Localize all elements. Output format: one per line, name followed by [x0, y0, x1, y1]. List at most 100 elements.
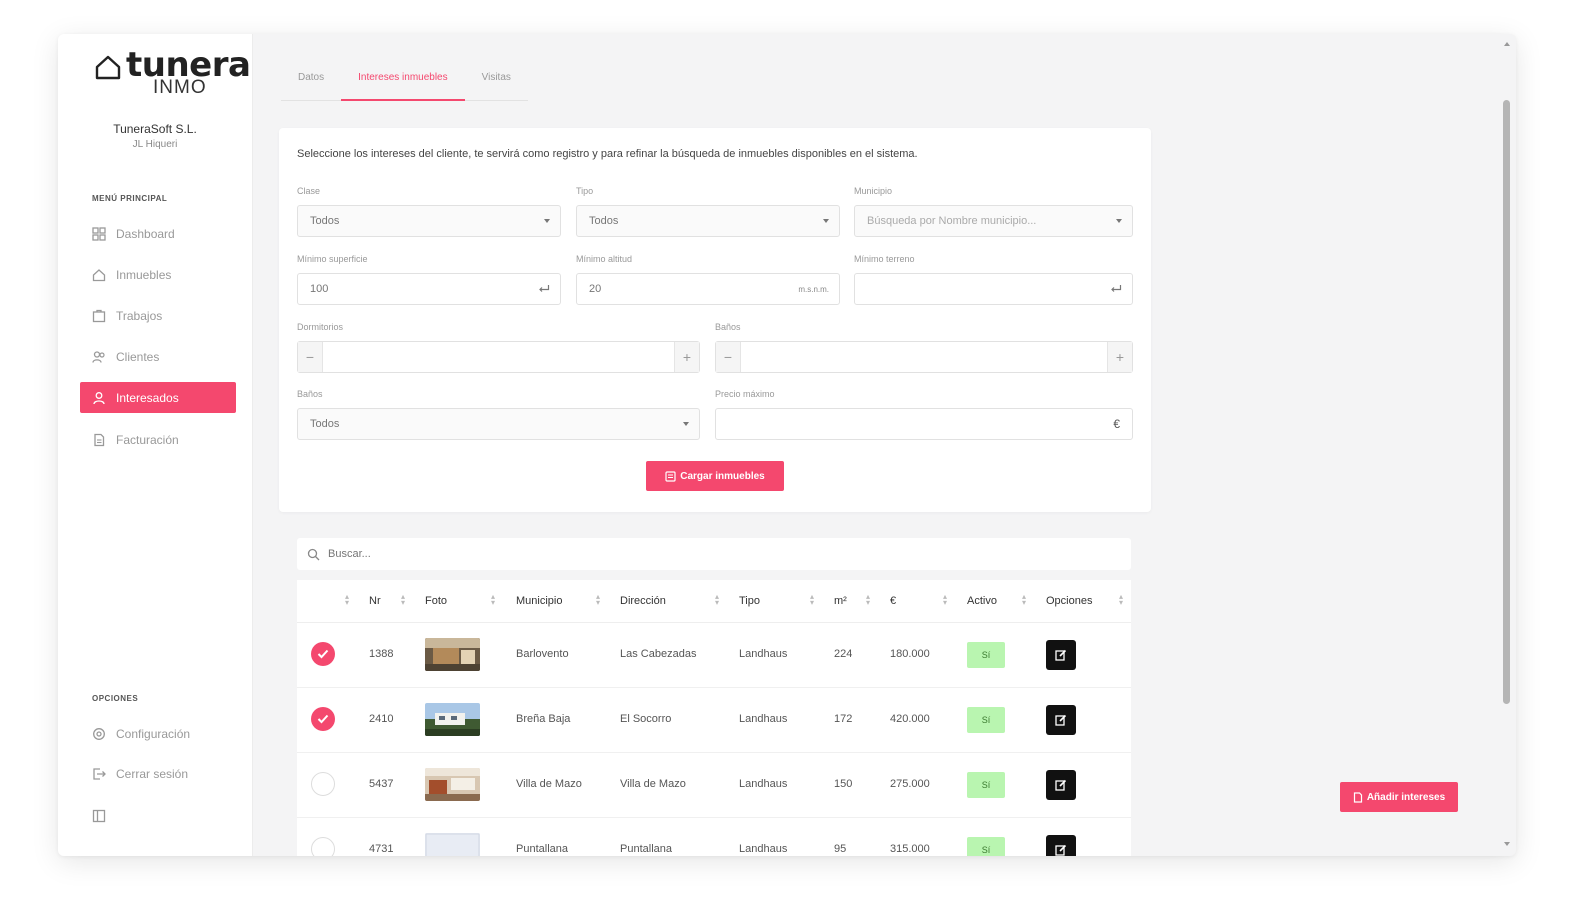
- precio-maximo-input[interactable]: €: [715, 408, 1133, 440]
- sidebar-item-dashboard[interactable]: Dashboard: [80, 218, 236, 249]
- row-checkbox[interactable]: [311, 772, 335, 796]
- header-precio[interactable]: €: [890, 595, 896, 607]
- search-input[interactable]: [326, 547, 1110, 561]
- municipio-select[interactable]: Búsqueda por Nombre municipio...: [854, 205, 1133, 237]
- cell-tipo: Landhaus: [739, 713, 788, 725]
- tabs: Datos Intereses inmuebles Visitas: [281, 64, 528, 101]
- house-logo-icon: [95, 55, 121, 80]
- sidebar-item-clientes[interactable]: Clientes: [80, 341, 236, 372]
- header-nr[interactable]: Nr: [369, 595, 381, 607]
- edit-button[interactable]: [1046, 705, 1076, 735]
- min-superficie-input[interactable]: 100: [297, 273, 561, 305]
- edit-button[interactable]: [1046, 835, 1076, 856]
- banos-stepper: − +: [715, 341, 1133, 373]
- invoice-icon: [91, 432, 107, 448]
- banos-select[interactable]: Todos: [297, 408, 700, 440]
- banos-plus-button[interactable]: +: [1107, 342, 1132, 372]
- dormitorios-minus-button[interactable]: −: [298, 342, 323, 372]
- sort-icon[interactable]: ▴ ▾: [1022, 593, 1026, 607]
- trabajos-icon: [91, 308, 107, 324]
- status-badge: Sí: [967, 642, 1005, 668]
- enter-icon: [538, 284, 550, 294]
- dormitorios-label: Dormitorios: [297, 322, 344, 332]
- chevron-down-icon: [823, 219, 829, 223]
- status-badge: Sí: [967, 837, 1005, 856]
- scroll-up-arrow[interactable]: [1504, 42, 1510, 46]
- cell-municipio: Puntallana: [516, 843, 568, 855]
- cargar-inmuebles-button[interactable]: Cargar inmuebles: [646, 461, 784, 491]
- row-checkbox[interactable]: [311, 642, 335, 666]
- sidebar-item-interesados[interactable]: Interesados: [80, 382, 236, 413]
- header-tipo[interactable]: Tipo: [739, 595, 760, 607]
- sidebar-item-label: Inmuebles: [116, 267, 172, 282]
- user-icon: [91, 390, 107, 406]
- property-photo: [425, 768, 480, 801]
- cell-tipo: Landhaus: [739, 778, 788, 790]
- cell-nr: 2410: [369, 713, 394, 725]
- property-photo: [425, 833, 480, 856]
- logout-icon: [91, 766, 107, 782]
- home-icon: [91, 267, 107, 283]
- sidebar-item-facturacion[interactable]: Facturación: [80, 424, 236, 455]
- clase-select[interactable]: Todos: [297, 205, 561, 237]
- scroll-down-arrow[interactable]: [1504, 842, 1510, 846]
- cell-precio: 315.000: [890, 843, 930, 855]
- edit-button[interactable]: [1046, 640, 1076, 670]
- sidebar-item-configuracion[interactable]: Configuración: [80, 718, 236, 749]
- min-terreno-input[interactable]: [854, 273, 1133, 305]
- sidebar-item-label: Interesados: [116, 390, 179, 405]
- tab-intereses-inmuebles[interactable]: Intereses inmuebles: [341, 64, 465, 101]
- anadir-intereses-label: Añadir intereses: [1366, 791, 1446, 803]
- municipio-placeholder: Búsqueda por Nombre municipio...: [867, 215, 1037, 227]
- header-municipio[interactable]: Municipio: [516, 595, 562, 607]
- edit-icon: [1055, 714, 1067, 726]
- property-photo: [425, 703, 480, 736]
- sort-icon[interactable]: ▴ ▾: [401, 593, 405, 607]
- table-row: 1388 Barlovento Las Cabezadas Landhaus 2…: [297, 622, 1131, 688]
- cell-direccion: Las Cabezadas: [620, 648, 697, 660]
- min-altitud-input[interactable]: 20 m.s.n.m.: [576, 273, 840, 305]
- header-m2[interactable]: m²: [834, 595, 847, 607]
- sort-icon[interactable]: ▴ ▾: [715, 593, 719, 607]
- banos-label: Baños: [715, 322, 741, 332]
- sidebar-item-cerrar-sesion[interactable]: Cerrar sesión: [80, 758, 236, 789]
- sort-icon[interactable]: ▴ ▾: [943, 593, 947, 607]
- cell-municipio: Breña Baja: [516, 713, 571, 725]
- sidebar-item-label: Cerrar sesión: [116, 766, 189, 781]
- sort-icon[interactable]: ▴ ▾: [491, 593, 495, 607]
- min-superficie-label: Mínimo superficie: [297, 254, 368, 264]
- company-name: TuneraSoft S.L.: [113, 122, 197, 136]
- edit-icon: [1055, 779, 1067, 791]
- cell-nr: 5437: [369, 778, 394, 790]
- status-badge: Sí: [967, 707, 1005, 733]
- sort-icon[interactable]: ▴ ▾: [810, 593, 814, 607]
- municipio-label: Municipio: [854, 186, 893, 196]
- edit-button[interactable]: [1046, 770, 1076, 800]
- precio-maximo-label: Precio máximo: [715, 389, 775, 399]
- anadir-intereses-button[interactable]: Añadir intereses: [1340, 782, 1458, 812]
- banos-minus-button[interactable]: −: [716, 342, 741, 372]
- sort-icon[interactable]: ▴ ▾: [866, 593, 870, 607]
- sidebar-item-trabajos[interactable]: Trabajos: [80, 300, 236, 331]
- tab-visitas[interactable]: Visitas: [465, 64, 528, 100]
- company-user: JL Hiqueri: [132, 139, 178, 150]
- tipo-select[interactable]: Todos: [576, 205, 840, 237]
- header-foto: Foto: [425, 595, 448, 607]
- header-activo[interactable]: Activo: [967, 595, 997, 607]
- sidebar-item-inmuebles[interactable]: Inmuebles: [80, 259, 236, 290]
- table-row: 2410 Breña Baja El Socorro Landhaus 172 …: [297, 687, 1131, 753]
- search-bar: [297, 538, 1131, 570]
- tab-datos[interactable]: Datos: [281, 64, 341, 100]
- cell-tipo: Landhaus: [739, 648, 788, 660]
- dormitorios-plus-button[interactable]: +: [674, 342, 699, 372]
- sort-icon[interactable]: ▴ ▾: [345, 593, 349, 607]
- dormitorios-stepper: − +: [297, 341, 700, 373]
- sort-icon[interactable]: ▴ ▾: [596, 593, 600, 607]
- filters-intro: Seleccione los intereses del cliente, te…: [297, 148, 918, 160]
- sort-icon[interactable]: ▴ ▾: [1119, 593, 1123, 607]
- row-checkbox[interactable]: [311, 837, 335, 856]
- header-direccion[interactable]: Dirección: [620, 595, 666, 607]
- scrollbar-thumb[interactable]: [1503, 100, 1510, 704]
- row-checkbox[interactable]: [311, 707, 335, 731]
- sidebar-toggle-button[interactable]: [80, 800, 236, 831]
